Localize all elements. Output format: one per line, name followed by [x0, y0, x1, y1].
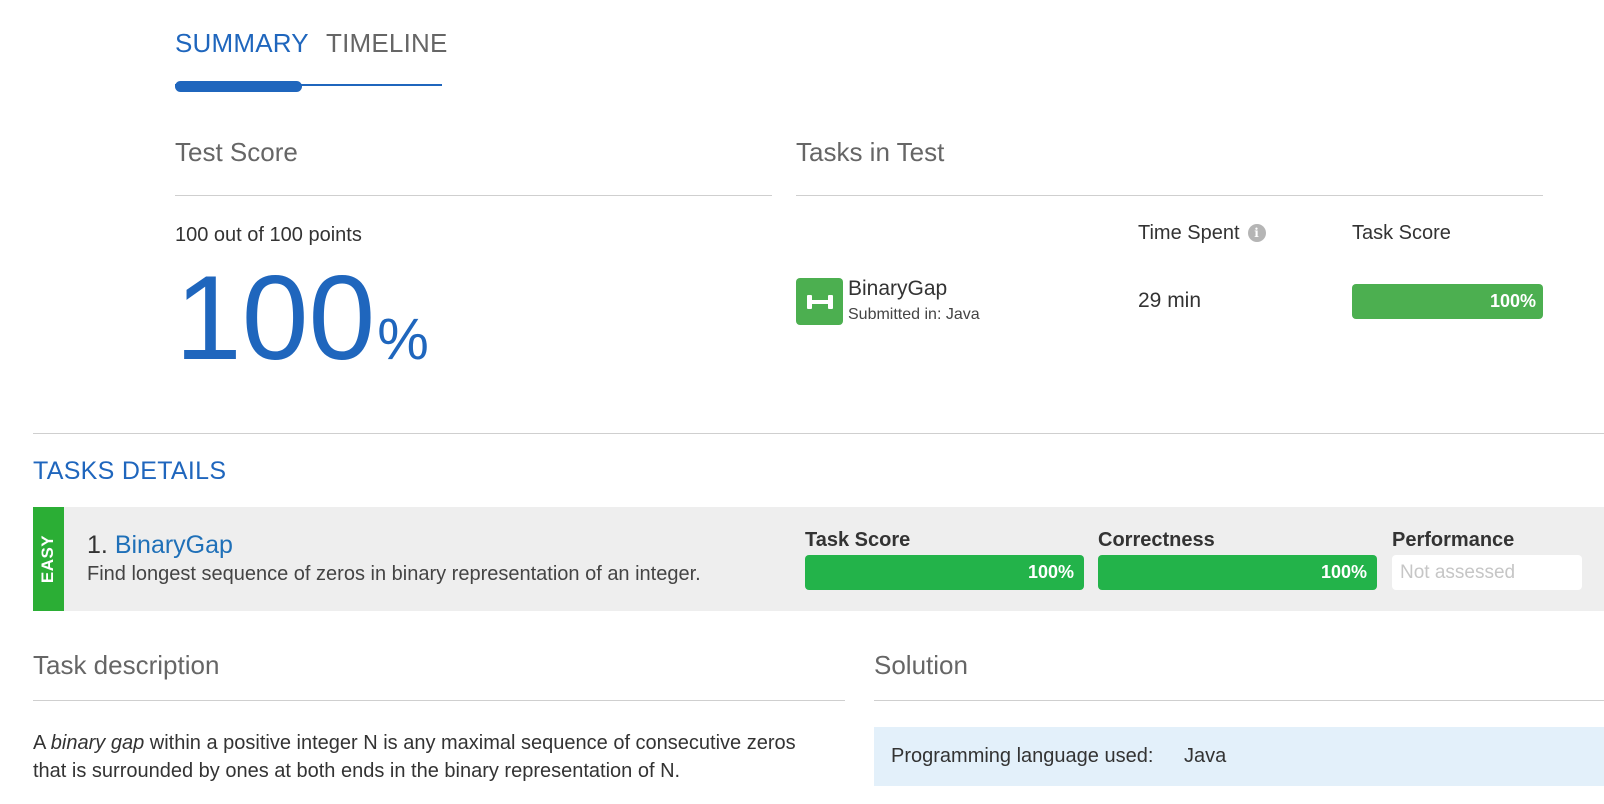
- para-prefix: A: [33, 732, 51, 754]
- tasks-in-test-divider: [796, 195, 1543, 196]
- task-description-text: A binary gap within a positive integer N…: [33, 729, 833, 785]
- tasks-details-divider: [33, 433, 1604, 434]
- metric-correctness-bar: 100%: [1098, 555, 1377, 590]
- dumbbell-icon: [796, 278, 843, 325]
- task-score-header: Task Score: [1352, 222, 1451, 244]
- language-info-box: Programming language used: Java: [874, 727, 1604, 786]
- para-italic-term: binary gap: [50, 732, 145, 754]
- metric-performance-box: Not assessed: [1392, 555, 1582, 590]
- task-name[interactable]: BinaryGap: [848, 277, 947, 301]
- tab-summary[interactable]: SUMMARY: [175, 28, 309, 59]
- language-value: Java: [1184, 745, 1227, 767]
- info-icon[interactable]: i: [1247, 224, 1266, 242]
- tab-timeline[interactable]: TIMELINE: [326, 28, 448, 59]
- task-detail-card: EASY 1. BinaryGap Find longest sequence …: [33, 507, 1604, 611]
- solution-heading: Solution: [874, 650, 968, 680]
- metric-correctness-value: 100%: [1320, 562, 1367, 582]
- metric-performance-label: Performance: [1392, 529, 1515, 551]
- difficulty-badge: EASY: [33, 507, 64, 611]
- language-label: Programming language used:: [891, 745, 1154, 767]
- metric-correctness-label: Correctness: [1098, 529, 1215, 551]
- task-detail-link[interactable]: BinaryGap: [115, 531, 233, 559]
- active-tab-indicator: [175, 81, 302, 92]
- time-spent-value: 29 min: [1138, 289, 1202, 312]
- score-percent-sign: %: [377, 307, 429, 372]
- task-description-divider: [33, 700, 845, 701]
- tasks-details-heading: TASKS DETAILS: [33, 457, 227, 485]
- time-spent-label: Time Spent: [1138, 222, 1240, 244]
- task-detail-description: Find longest sequence of zeros in binary…: [87, 563, 701, 585]
- task-description-heading: Task description: [33, 650, 220, 680]
- points-text: 100 out of 100 points: [175, 224, 362, 246]
- score-number: 100: [175, 251, 376, 385]
- task-submitted-in: Submitted in: Java: [848, 306, 980, 323]
- para-suffix: within a positive integer N is any maxim…: [33, 732, 796, 782]
- difficulty-label: EASY: [38, 534, 58, 584]
- metric-task-score-bar: 100%: [805, 555, 1084, 590]
- task-number: 1.: [87, 531, 108, 559]
- metric-task-score-label: Task Score: [805, 529, 911, 551]
- task-score-bar: 100%: [1352, 284, 1543, 319]
- metric-performance-value: Not assessed: [1400, 562, 1516, 583]
- test-score-percent: 100%: [175, 258, 429, 378]
- test-score-heading: Test Score: [175, 137, 298, 167]
- time-spent-header: Time Spent i: [1138, 222, 1266, 245]
- tasks-in-test-heading: Tasks in Test: [796, 137, 945, 167]
- solution-divider: [874, 700, 1604, 701]
- task-detail-title: 1. BinaryGap: [87, 531, 233, 560]
- test-score-divider: [175, 195, 772, 196]
- metric-task-score-value: 100%: [1027, 562, 1074, 582]
- task-score-value: 100%: [1489, 291, 1536, 311]
